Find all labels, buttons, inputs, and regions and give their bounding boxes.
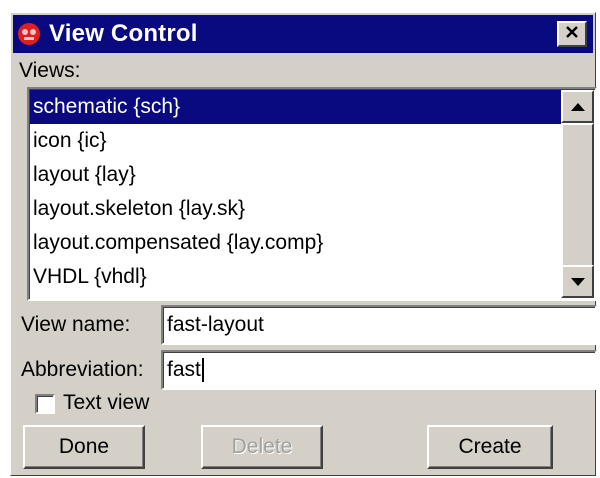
text-view-label[interactable]: Text view xyxy=(63,391,149,415)
view-name-value: fast-layout xyxy=(167,313,264,336)
views-list: schematic {sch} icon {ic} layout {lay} l… xyxy=(30,90,561,298)
scroll-up-arrow-icon xyxy=(570,98,585,116)
text-view-checkbox[interactable] xyxy=(35,394,55,414)
close-button[interactable] xyxy=(557,21,587,47)
close-icon xyxy=(565,25,579,43)
app-icon xyxy=(15,20,43,48)
scroll-thumb[interactable] xyxy=(561,123,594,269)
views-listbox[interactable]: schematic {sch} icon {ic} layout {lay} l… xyxy=(27,87,597,301)
abbreviation-value: fast xyxy=(167,358,201,381)
view-name-label: View name: xyxy=(21,313,131,336)
list-item[interactable]: layout.skeleton {lay.sk} xyxy=(30,192,561,226)
views-scrollbar[interactable] xyxy=(561,90,594,298)
scroll-down-arrow-icon xyxy=(570,273,585,291)
view-control-dialog: View Control Views: schematic {sch} icon… xyxy=(10,12,597,476)
scroll-up-button[interactable] xyxy=(561,90,594,123)
list-item[interactable]: VHDL {vhdl} xyxy=(30,260,561,294)
text-caret xyxy=(201,358,204,383)
abbreviation-input[interactable]: fast xyxy=(161,350,597,390)
list-item[interactable]: layout.compensated {lay.comp} xyxy=(30,226,561,260)
list-item[interactable]: schematic {sch} xyxy=(30,90,561,124)
views-label: Views: xyxy=(19,59,81,82)
scroll-down-button[interactable] xyxy=(561,265,594,298)
title-bar[interactable]: View Control xyxy=(13,15,593,53)
list-item[interactable]: layout {lay} xyxy=(30,158,561,192)
list-item[interactable]: icon {ic} xyxy=(30,124,561,158)
abbreviation-label: Abbreviation: xyxy=(21,358,144,381)
view-name-input[interactable]: fast-layout xyxy=(161,305,597,345)
window-title: View Control xyxy=(49,20,198,47)
delete-button[interactable]: Delete xyxy=(201,425,323,469)
done-button[interactable]: Done xyxy=(23,425,145,469)
create-button[interactable]: Create xyxy=(427,425,553,469)
